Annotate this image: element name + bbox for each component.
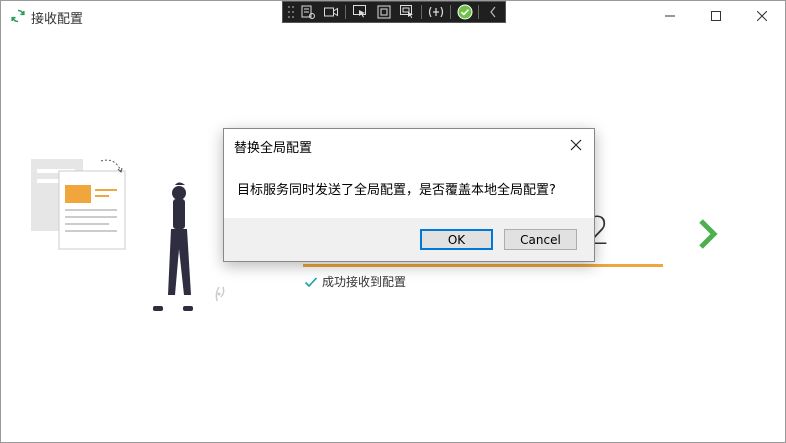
collapse-toolbar-button[interactable]: [481, 2, 505, 22]
maximize-button[interactable]: [693, 1, 739, 31]
refresh-icon: [10, 8, 26, 24]
check-circle-icon: [457, 4, 473, 20]
minimize-button[interactable]: [647, 1, 693, 31]
toolbar-divider: [478, 5, 480, 19]
close-button[interactable]: [739, 1, 785, 31]
select-pointer-icon: [353, 5, 367, 18]
status-text: 成功接收到配置: [322, 275, 407, 289]
toolbar-divider: [421, 5, 423, 19]
adorners-button[interactable]: [372, 2, 396, 22]
debug-toolbar: [282, 1, 506, 23]
visual-tree-icon: [301, 5, 315, 19]
drag-handle-icon[interactable]: [286, 2, 296, 22]
track-focus-button[interactable]: [395, 2, 419, 22]
dialog-title: 替换全局配置: [234, 141, 313, 156]
binding-failures-button[interactable]: [424, 2, 448, 22]
status-message: 成功接收到配置: [304, 273, 406, 290]
track-focus-icon: [400, 5, 414, 19]
select-element-button[interactable]: [348, 2, 372, 22]
dialog-message: 目标服务同时发送了全局配置，是否覆盖本地全局配置?: [237, 183, 556, 198]
ok-button[interactable]: OK: [420, 229, 493, 250]
live-visual-tree-button[interactable]: [296, 2, 320, 22]
toolbar-divider: [449, 5, 451, 19]
chevron-right-icon[interactable]: [697, 217, 721, 251]
adorner-icon: [377, 5, 391, 19]
window-title: 接收配置: [31, 12, 84, 27]
close-icon[interactable]: [568, 137, 584, 153]
hot-reload-status[interactable]: [453, 2, 477, 22]
replace-config-dialog: 替换全局配置 目标服务同时发送了全局配置，是否覆盖本地全局配置? OK Canc…: [223, 128, 595, 262]
close-icon: [757, 11, 767, 21]
chevron-left-icon: [490, 6, 496, 18]
dialog-body: 目标服务同时发送了全局配置，是否覆盖本地全局配置?: [224, 161, 594, 218]
camera-icon: [324, 7, 339, 17]
progress-bar: [303, 264, 663, 267]
illustration-image: [31, 159, 225, 311]
cancel-button[interactable]: Cancel: [504, 229, 577, 250]
toolbar-divider: [345, 5, 347, 19]
main-window: 接收配置 2 成功接收到配置 替换全局配置 目标服务同时发送了全局配置，是否覆盖…: [0, 0, 786, 443]
maximize-icon: [711, 11, 721, 21]
check-icon: [304, 276, 318, 287]
binding-icon: [428, 6, 444, 18]
minimize-icon: [665, 15, 675, 17]
record-button[interactable]: [320, 2, 344, 22]
dialog-title-bar[interactable]: 替换全局配置: [224, 129, 594, 161]
